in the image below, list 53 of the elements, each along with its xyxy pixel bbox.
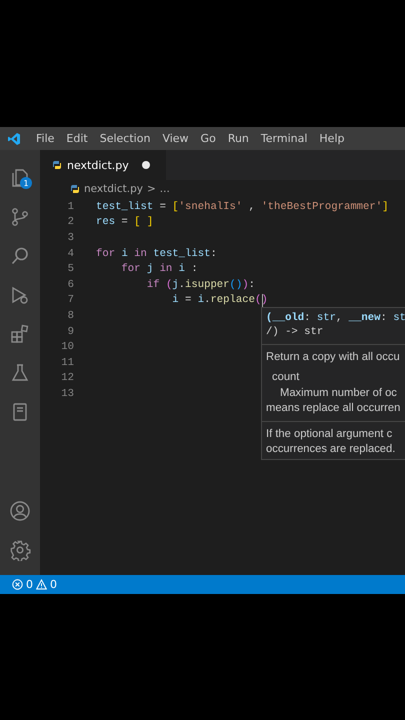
- signature-line: (__old: str, __new: st: [266, 311, 405, 325]
- python-file-icon: [52, 160, 62, 170]
- line-number: 11: [60, 356, 74, 369]
- menu-item[interactable]: Edit: [60, 132, 94, 145]
- line-number: 2: [66, 216, 74, 228]
- line-number: 9: [66, 326, 74, 338]
- line-number: 7: [66, 294, 74, 306]
- line-number: 8: [66, 310, 74, 322]
- menu-item[interactable]: Run: [222, 132, 255, 145]
- account-icon[interactable]: [9, 500, 31, 522]
- breadcrumb-item[interactable]: ...: [160, 182, 170, 194]
- notification-badge: 1: [20, 177, 32, 189]
- param-name: count: [272, 370, 300, 385]
- menu-item[interactable]: Selection: [94, 132, 156, 145]
- menu-item[interactable]: Go: [194, 132, 222, 145]
- error-icon: [12, 579, 23, 590]
- line-number: 6: [66, 278, 74, 291]
- doc-text: occurrences are replaced.: [266, 442, 396, 457]
- breadcrumb-item[interactable]: nextdict.py: [84, 182, 143, 194]
- doc-text: means replace all occurren: [266, 401, 402, 416]
- line-number: 13: [60, 388, 74, 400]
- branch-icon[interactable]: [9, 206, 31, 228]
- unsaved-dot: [142, 161, 150, 169]
- code-line: for i in test_list:: [96, 248, 217, 260]
- python-file-icon: [70, 184, 80, 194]
- line-number: 4: [66, 248, 74, 260]
- doc-text: Return a copy with all occu: [266, 350, 401, 365]
- settings-icon[interactable]: [9, 538, 31, 560]
- line-number: 5: [66, 263, 74, 276]
- line-number: 10: [60, 341, 74, 354]
- line-number: 12: [60, 372, 74, 384]
- menu-item[interactable]: View: [156, 132, 195, 145]
- logo-icon: [7, 132, 21, 146]
- code-line: res = [ ]: [96, 216, 154, 228]
- code-line: for j in i :: [120, 263, 198, 276]
- doc-text: Maximum number of oc: [279, 386, 398, 401]
- extensions-icon[interactable]: [9, 322, 31, 344]
- menu-item[interactable]: Terminal: [254, 132, 314, 145]
- menu-item[interactable]: Help: [313, 132, 350, 145]
- line-number: 3: [66, 232, 74, 244]
- code-line: if (j.isupper()):: [146, 278, 255, 291]
- breadcrumb-separator: >: [146, 182, 156, 194]
- flask-icon[interactable]: [9, 362, 31, 384]
- search-icon[interactable]: [9, 244, 31, 266]
- line-number: 1: [66, 200, 74, 213]
- code-line: test_list = ['snehalIs' , 'theBestProgrammer']: [96, 200, 388, 213]
- menu-item[interactable]: File: [30, 132, 60, 145]
- doc-text: If the optional argument c: [266, 427, 394, 442]
- editor-tab[interactable]: nextdict.py: [40, 150, 166, 180]
- warning-icon: [36, 579, 47, 590]
- problems-button[interactable]: 0 0: [12, 578, 57, 591]
- code-line: i = i.replace(): [171, 294, 268, 306]
- signature-line: /) -> str: [266, 325, 324, 339]
